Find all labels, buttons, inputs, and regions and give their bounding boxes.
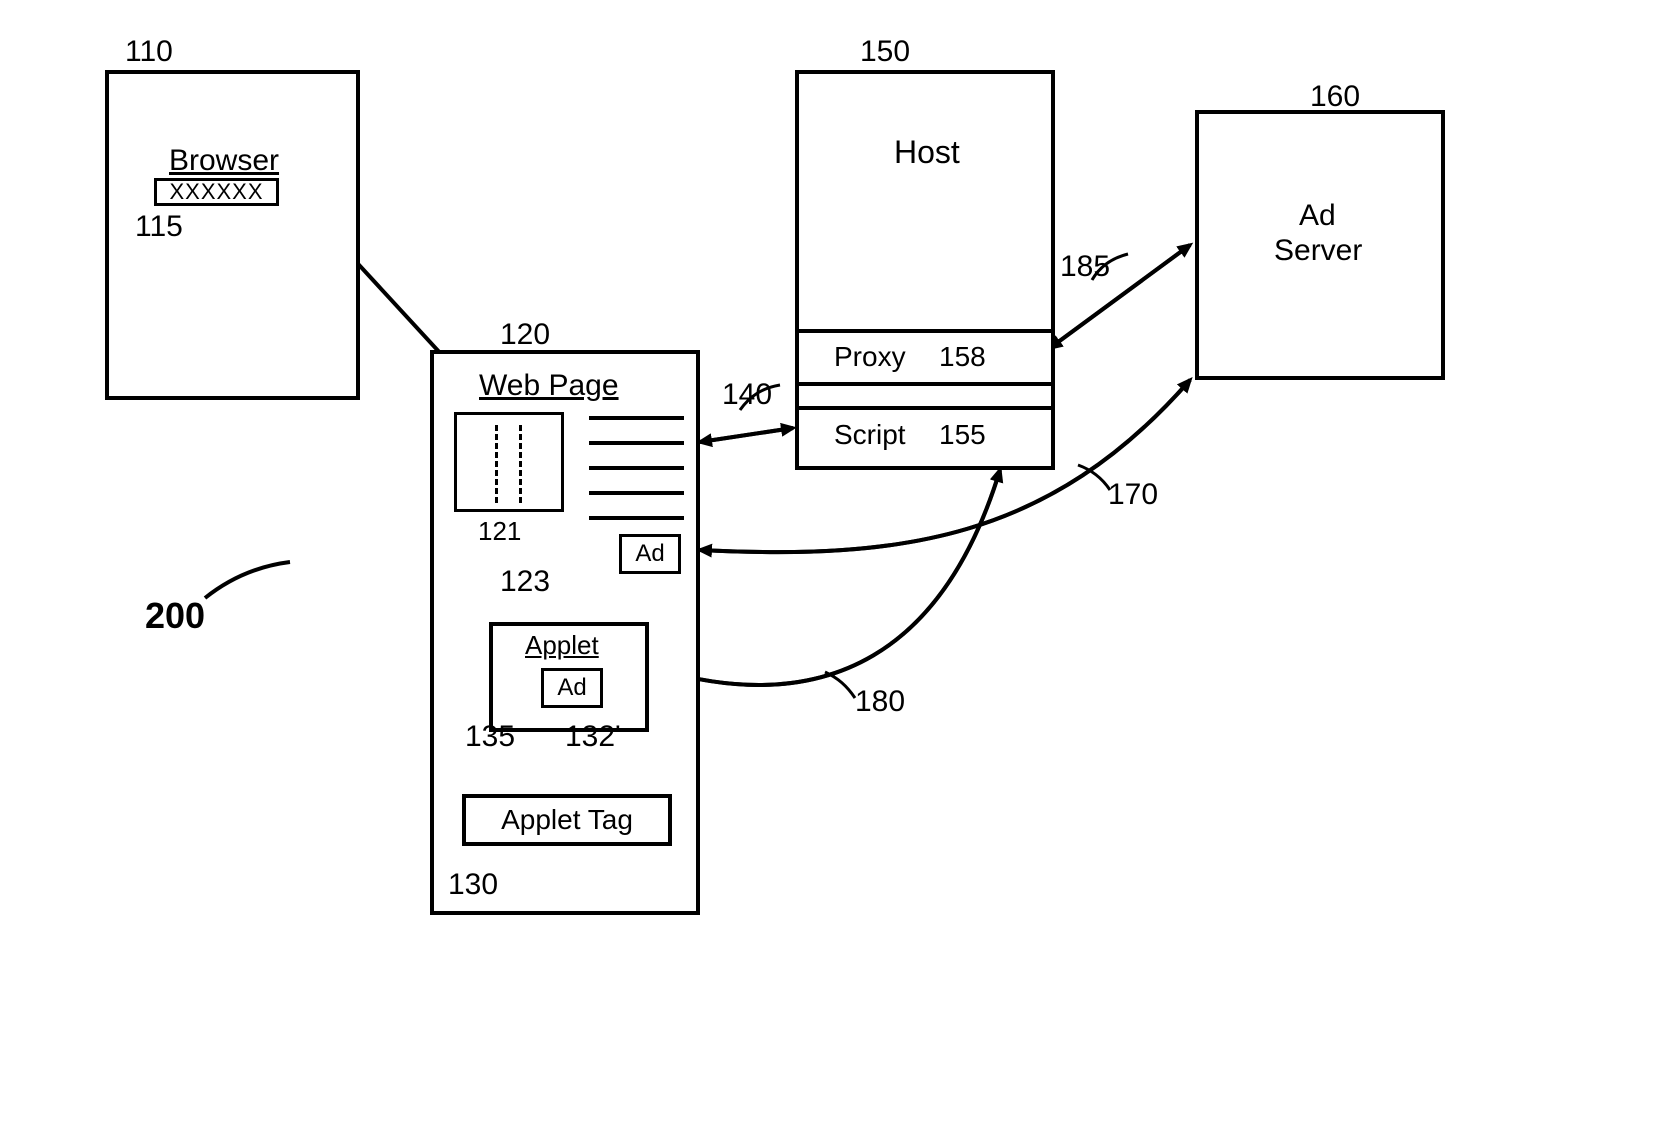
script-ref: 155 xyxy=(939,419,986,451)
applet-label: Applet xyxy=(525,630,599,661)
adserver-ref: 160 xyxy=(1310,80,1360,114)
applet-ref-left: 135 xyxy=(465,720,515,754)
leader-200 xyxy=(205,562,290,598)
diagram-ref: 200 xyxy=(145,595,205,637)
diagram-stage: 200 110 Browser XXXXXX 115 120 Web Page … xyxy=(0,0,1661,1126)
browser-xref: 115 xyxy=(135,210,183,244)
applet-tag-box: Applet Tag xyxy=(462,794,672,846)
webpage-box: Web Page 121 Ad Applet Ad Applet Tag xyxy=(430,350,700,915)
adserver-box: Ad Server xyxy=(1195,110,1445,380)
arrow-180-up xyxy=(660,470,1000,685)
webpage-ref: 120 xyxy=(500,318,550,352)
arrow-180-ref: 180 xyxy=(855,685,905,719)
arrow-185-ref: 185 xyxy=(1060,250,1110,284)
webpage-ad: Ad xyxy=(619,534,681,574)
leader-180 xyxy=(825,672,855,698)
webpage-image-ref: 121 xyxy=(478,516,521,547)
proxy-label: Proxy xyxy=(834,341,906,373)
proxy-ref: 158 xyxy=(939,341,986,373)
arrow-180-down xyxy=(660,470,1000,685)
applet-ref-right: 132' xyxy=(565,720,621,754)
webpage-image xyxy=(454,412,564,512)
arrow-140-left xyxy=(700,428,793,442)
webpage-label: Web Page xyxy=(479,369,619,403)
browser-label: Browser xyxy=(169,144,279,178)
arrow-170-ref: 170 xyxy=(1108,478,1158,512)
host-label: Host xyxy=(894,134,960,171)
applet-ad: Ad xyxy=(541,668,603,708)
applet-box: Applet Ad xyxy=(489,622,649,732)
browser-ref: 110 xyxy=(125,35,173,69)
host-ref: 150 xyxy=(860,35,910,69)
host-box: Host Proxy 158 Script 155 xyxy=(795,70,1055,470)
arrow-140-ref: 140 xyxy=(722,378,772,412)
script-label: Script xyxy=(834,419,906,451)
applet-tag-ref: 130 xyxy=(448,868,498,902)
adserver-label1: Ad xyxy=(1299,199,1336,233)
adserver-label2: Server xyxy=(1274,234,1362,268)
browser-xfield: XXXXXX xyxy=(154,178,279,206)
webpage-ad-ref: 123 xyxy=(500,565,550,599)
